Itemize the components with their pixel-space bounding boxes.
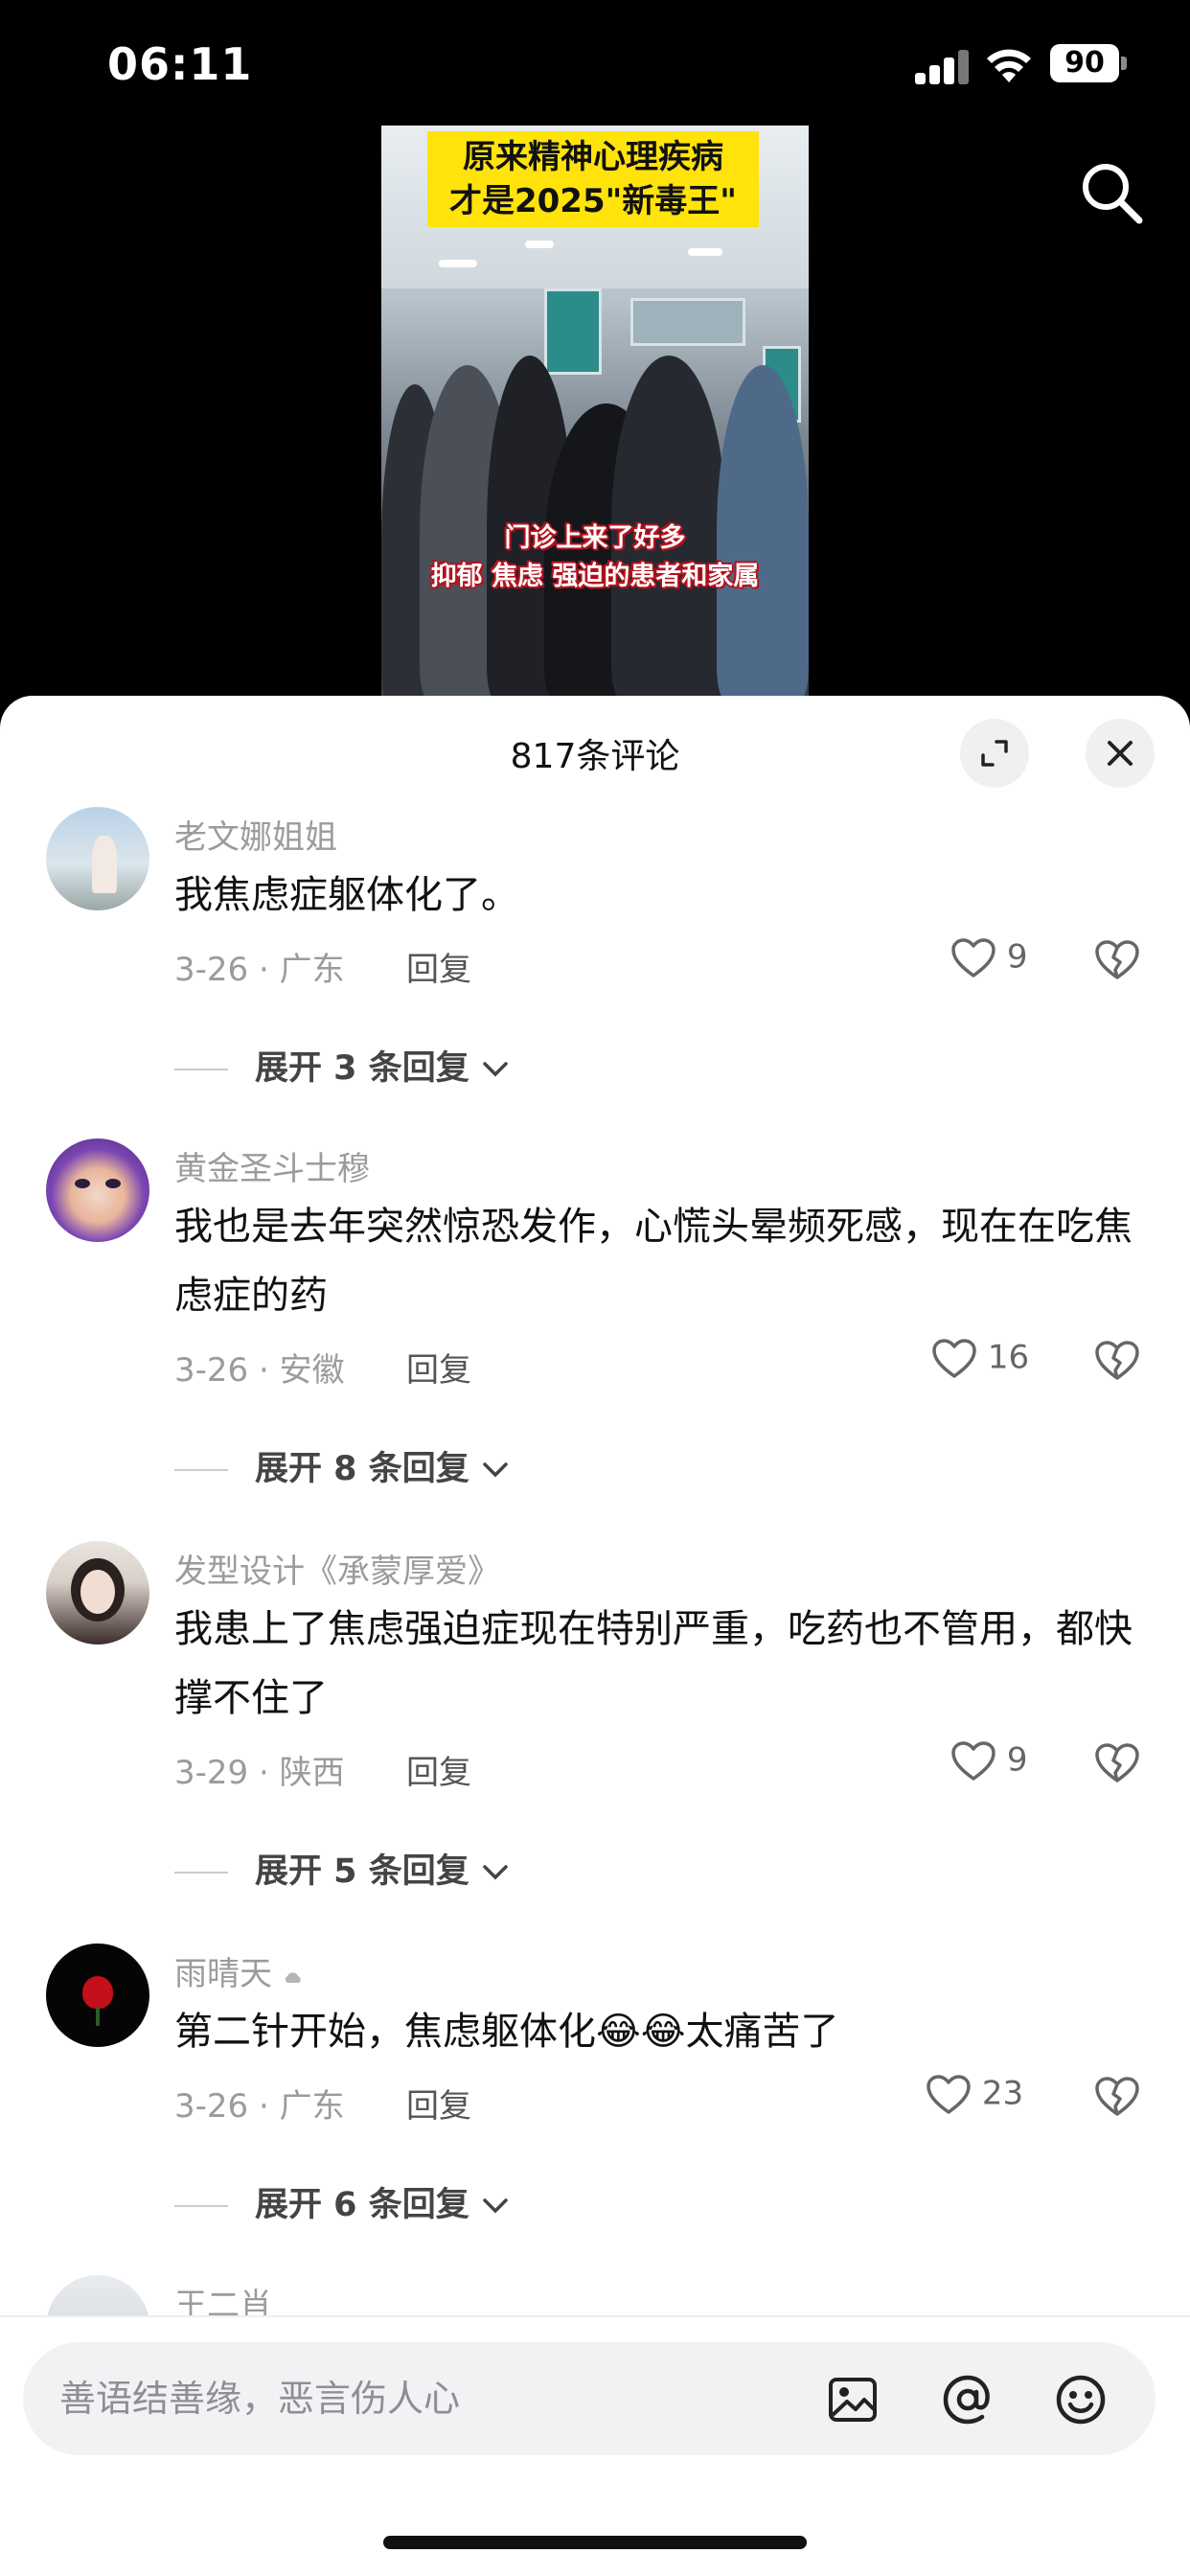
heart-icon (927, 2075, 971, 2114)
comment-input[interactable] (59, 2342, 788, 2455)
expand-replies-button[interactable]: 展开 3 条回复 (174, 1041, 510, 1090)
expand-replies-button[interactable]: 展开 8 条回复 (174, 1441, 510, 1490)
cloud-icon (285, 1972, 301, 1983)
like-count: 16 (987, 1338, 1030, 1377)
comment-input-pill[interactable] (23, 2342, 1156, 2455)
close-sheet-button[interactable] (1086, 719, 1155, 788)
comments-sheet: 817条评论 老文娜姐姐 我焦虑症躯体化了。 3-26 · 广东 回复 9 展开… (0, 696, 1190, 2576)
close-icon (1108, 741, 1133, 766)
broken-heart-icon[interactable] (1094, 1742, 1140, 1784)
comment-username[interactable]: 黄金圣斗士穆 (174, 1142, 370, 1189)
like-button[interactable]: 9 (950, 1740, 1027, 1782)
reply-button[interactable]: 回复 (406, 2080, 471, 2127)
video-title-line2: 才是2025"新毒王" (448, 182, 738, 220)
like-count: 23 (981, 2074, 1024, 2113)
like-button[interactable]: 23 (926, 2074, 1023, 2116)
comment-date-location: 3-29 · 陕西 (174, 1754, 345, 1792)
broken-heart-icon[interactable] (1094, 1340, 1140, 1382)
expand-replies-button[interactable]: 展开 5 条回复 (174, 1844, 510, 1893)
avatar[interactable] (46, 1541, 149, 1644)
status-time: 06:11 (107, 38, 253, 90)
reply-button[interactable]: 回复 (406, 943, 471, 990)
expand-icon (981, 740, 1008, 767)
comment-text: 我也是去年突然惊恐发作，心慌头晕频死感，现在在吃焦虑症的药 (174, 1205, 1133, 1318)
image-icon[interactable] (826, 2373, 880, 2426)
heart-icon (951, 938, 995, 978)
battery-icon: 90 (1050, 44, 1127, 82)
chevron-down-icon (483, 2198, 508, 2214)
heart-icon (932, 1339, 976, 1378)
search-icon[interactable] (1078, 159, 1145, 226)
comment-text: 我患上了焦虑强迫症现在特别严重，吃药也不管用，都快撑不住了 (174, 1607, 1133, 1720)
broken-heart-icon[interactable] (1094, 2076, 1140, 2118)
chevron-down-icon (483, 1865, 508, 1880)
video-subtitle-line2: 抑郁 焦虑 强迫的患者和家属 (430, 562, 760, 591)
chevron-down-icon (483, 1462, 508, 1478)
heart-icon (951, 1741, 995, 1781)
like-count: 9 (1006, 1740, 1028, 1780)
avatar[interactable] (46, 1944, 149, 2047)
wifi-icon (987, 49, 1031, 82)
avatar[interactable] (46, 807, 149, 910)
emoji-icon[interactable] (1054, 2373, 1108, 2426)
home-indicator (383, 2536, 807, 2549)
battery-level: 90 (1050, 44, 1119, 82)
like-button[interactable]: 9 (950, 937, 1027, 979)
chevron-down-icon (483, 1062, 508, 1077)
like-count: 9 (1006, 937, 1028, 977)
comment-date-location: 3-26 · 广东 (174, 951, 345, 989)
reply-button[interactable]: 回复 (406, 1344, 471, 1391)
like-button[interactable]: 16 (931, 1338, 1029, 1380)
comment-text: 我焦虑症躯体化了。 (174, 873, 519, 917)
expand-replies-button[interactable]: 展开 6 条回复 (174, 2177, 510, 2226)
comment-date-location: 3-26 · 安徽 (174, 1351, 345, 1390)
comment-username[interactable]: 雨晴天 (174, 1947, 304, 1994)
cellular-signal-icon (915, 50, 971, 84)
video-title-line1: 原来精神心理疾病 (463, 138, 723, 176)
expand-sheet-button[interactable] (960, 719, 1029, 788)
broken-heart-icon[interactable] (1094, 939, 1140, 981)
reply-button[interactable]: 回复 (406, 1746, 471, 1793)
comment-username[interactable]: 老文娜姐姐 (174, 811, 337, 858)
status-bar: 06:11 90 (0, 0, 1190, 125)
at-mention-icon[interactable] (941, 2373, 995, 2426)
comment-username[interactable]: 发型设计《承蒙厚爱》 (174, 1545, 500, 1592)
video-player[interactable]: 原来精神心理疾病 才是2025"新毒王" 门诊上来了好多 抑郁 焦虑 强迫的患者… (381, 126, 809, 697)
comment-date-location: 3-26 · 广东 (174, 2087, 345, 2126)
comment-text: 第二针开始，焦虑躯体化😂😂太痛苦了 (174, 2010, 839, 2054)
video-title-banner: 原来精神心理疾病 才是2025"新毒王" (427, 131, 759, 227)
avatar[interactable] (46, 1138, 149, 1242)
video-subtitle-line1: 门诊上来了好多 (504, 523, 686, 553)
